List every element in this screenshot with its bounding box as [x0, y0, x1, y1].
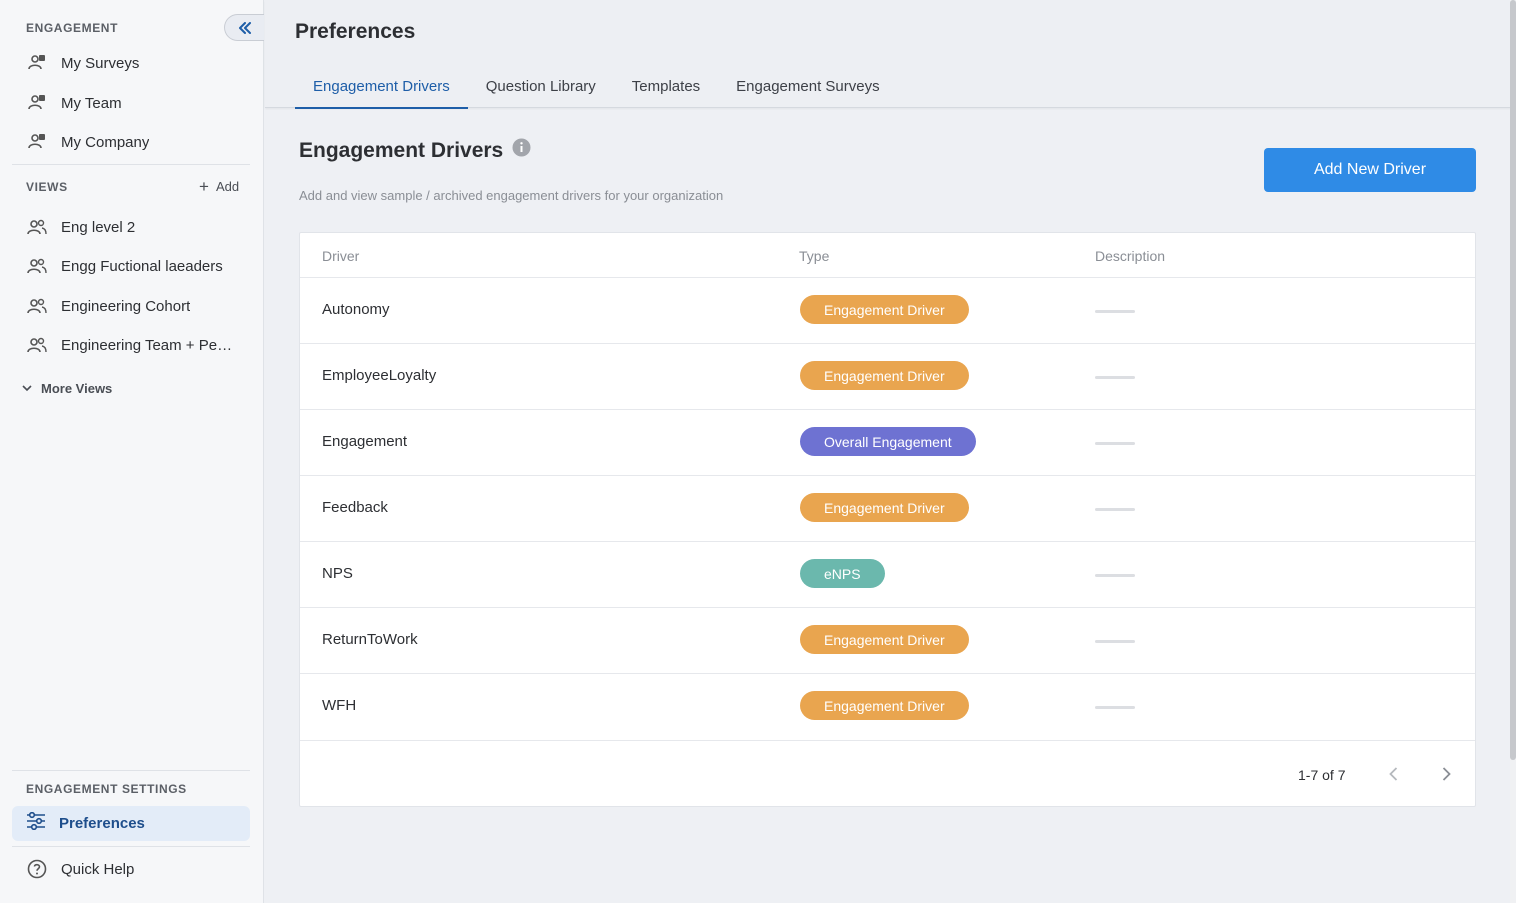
sidebar: ENGAGEMENT My Surveys My Team My Company… [0, 0, 264, 903]
empty-description [1095, 706, 1135, 709]
sidebar-item-label: My Team [61, 94, 122, 112]
empty-description [1095, 310, 1135, 313]
empty-description [1095, 376, 1135, 379]
type-badge: Overall Engagement [800, 427, 976, 456]
add-view-label: Add [215, 179, 240, 194]
empty-description [1095, 574, 1135, 577]
column-header-driver: Driver [322, 248, 360, 264]
sidebar-item-label: Preferences [59, 815, 145, 832]
driver-name: NPS [322, 565, 353, 582]
driver-name: ReturnToWork [322, 631, 418, 648]
tab-engagement-surveys[interactable]: Engagement Surveys [718, 76, 897, 109]
chevron-down-icon [22, 385, 32, 392]
double-chevron-left-icon [238, 21, 251, 34]
table-row[interactable]: ReturnToWork Engagement Driver [300, 607, 1475, 673]
empty-description [1095, 442, 1135, 445]
add-view-button[interactable]: + Add [199, 178, 239, 195]
settings-section-label: ENGAGEMENT SETTINGS [26, 782, 187, 796]
add-new-driver-button[interactable]: Add New Driver [1264, 148, 1476, 192]
engagement-section-label: ENGAGEMENT [26, 21, 119, 35]
chevron-right-icon [1442, 767, 1451, 781]
section-header: Engagement Drivers [299, 138, 531, 163]
sidebar-item-label: Engg Fuctional laeaders [61, 257, 223, 275]
sliders-icon [26, 811, 46, 835]
chevron-left-icon [1388, 767, 1397, 781]
survey-icon [26, 52, 48, 74]
tab-templates[interactable]: Templates [614, 76, 718, 109]
type-badge: Engagement Driver [800, 625, 969, 654]
team-survey-icon [26, 92, 48, 114]
company-survey-icon [26, 131, 48, 153]
table-row[interactable]: WFH Engagement Driver [300, 673, 1475, 739]
section-subtitle: Add and view sample / archived engagemen… [299, 188, 724, 203]
group-icon [26, 216, 48, 238]
page-title: Preferences [295, 20, 416, 43]
group-icon [26, 334, 48, 356]
column-header-type: Type [799, 248, 830, 264]
table-row[interactable]: Feedback Engagement Driver [300, 475, 1475, 541]
column-header-description: Description [1095, 248, 1166, 264]
info-icon[interactable] [512, 138, 531, 163]
driver-name: Engagement [322, 433, 408, 450]
type-badge: Engagement Driver [800, 691, 969, 720]
table-row[interactable]: Autonomy Engagement Driver [300, 277, 1475, 343]
type-badge: Engagement Driver [800, 493, 969, 522]
group-icon [26, 295, 48, 317]
sidebar-item-view[interactable]: Engineering Cohort [26, 294, 190, 318]
sidebar-item-label: Engineering Cohort [61, 297, 191, 315]
views-section-label: VIEWS [26, 180, 68, 194]
sidebar-item-my-company[interactable]: My Company [26, 130, 149, 154]
pagination: 1-7 of 7 [300, 740, 1475, 806]
main-content: Preferences Engagement Drivers Question … [265, 0, 1511, 903]
previous-page-button[interactable] [1382, 763, 1404, 785]
group-icon [26, 255, 48, 277]
driver-name: WFH [322, 697, 357, 714]
sidebar-item-preferences[interactable]: Preferences [12, 806, 250, 841]
more-views-label: More Views [41, 381, 113, 396]
sidebar-item-my-team[interactable]: My Team [26, 91, 122, 115]
sidebar-item-view[interactable]: Eng level 2 [26, 215, 135, 239]
sidebar-item-view[interactable]: Engineering Team + Peo… [26, 333, 233, 357]
tab-question-library[interactable]: Question Library [468, 76, 614, 109]
sidebar-item-label: Quick Help [61, 860, 135, 878]
sidebar-item-label: My Surveys [61, 54, 140, 72]
plus-icon: + [199, 177, 209, 196]
sidebar-item-label: Eng level 2 [61, 218, 136, 236]
sidebar-item-label: My Company [61, 133, 150, 151]
type-badge: Engagement Driver [800, 361, 969, 390]
next-page-button[interactable] [1435, 763, 1457, 785]
page-header: Preferences Engagement Drivers Question … [265, 0, 1511, 109]
drivers-table: Driver Type Description Autonomy Engagem… [299, 232, 1476, 807]
driver-name: Feedback [322, 499, 388, 516]
sidebar-item-my-surveys[interactable]: My Surveys [26, 51, 139, 75]
sidebar-divider [12, 770, 250, 771]
driver-name: EmployeeLoyalty [322, 367, 437, 384]
collapse-sidebar-button[interactable] [224, 14, 264, 41]
empty-description [1095, 508, 1135, 511]
help-icon [26, 858, 48, 880]
tab-bar: Engagement Drivers Question Library Temp… [295, 76, 898, 109]
sidebar-item-view[interactable]: Engg Fuctional laeaders [26, 254, 223, 278]
pagination-count: 1-7 of 7 [1298, 767, 1346, 783]
scrollbar-thumb[interactable] [1510, 0, 1516, 760]
tab-engagement-drivers[interactable]: Engagement Drivers [295, 76, 468, 109]
sidebar-divider [12, 846, 250, 847]
driver-name: Autonomy [322, 301, 390, 318]
table-row[interactable]: Engagement Overall Engagement [300, 409, 1475, 475]
empty-description [1095, 640, 1135, 643]
type-badge: Engagement Driver [800, 295, 969, 324]
page-scrollbar[interactable] [1510, 0, 1516, 903]
sidebar-item-quick-help[interactable]: Quick Help [26, 857, 134, 881]
sidebar-divider [12, 164, 250, 165]
sidebar-item-label: Engineering Team + Peo… [61, 336, 233, 354]
section-title: Engagement Drivers [299, 138, 504, 162]
type-badge: eNPS [800, 559, 885, 588]
table-row[interactable]: NPS eNPS [300, 541, 1475, 607]
table-row[interactable]: EmployeeLoyalty Engagement Driver [300, 343, 1475, 409]
more-views-toggle[interactable]: More Views [22, 381, 112, 396]
